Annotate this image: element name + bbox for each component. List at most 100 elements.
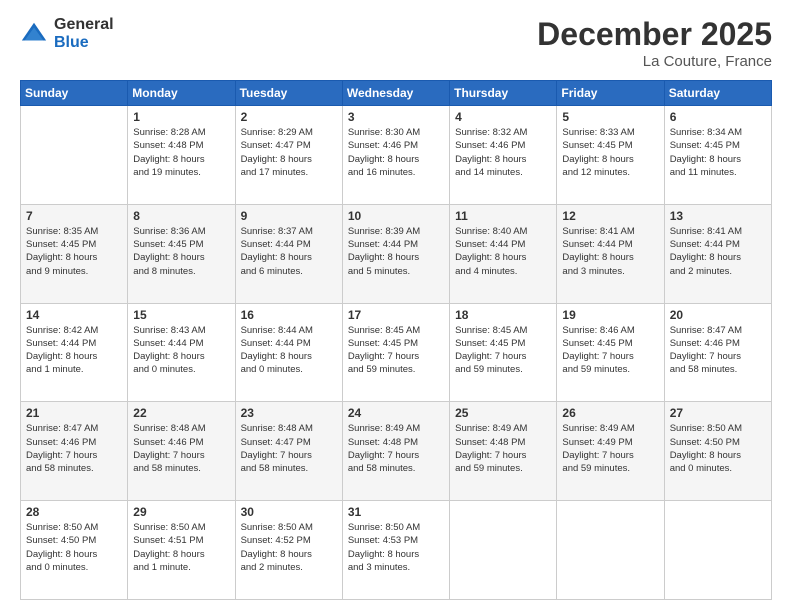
logo-text: General Blue [54,16,114,51]
day-info: Sunrise: 8:50 AM Sunset: 4:50 PM Dayligh… [670,422,766,475]
location: La Couture, France [537,53,772,70]
day-number: 8 [133,209,229,223]
day-number: 23 [241,406,337,420]
calendar-cell: 31 Sunrise: 8:50 AM Sunset: 4:53 PM Dayli… [342,501,449,600]
day-number: 11 [455,209,551,223]
calendar-cell: 17Sunrise: 8:45 AM Sunset: 4:45 PM Dayli… [342,303,449,402]
day-number: 26 [562,406,658,420]
month-title: December 2025 [537,16,772,53]
day-number: 22 [133,406,229,420]
day-info: Sunrise: 8:50 AM Sunset: 4:52 PM Dayligh… [241,521,337,574]
calendar-cell: 4Sunrise: 8:32 AM Sunset: 4:46 PM Daylig… [450,106,557,205]
calendar-cell: 11 Sunrise: 8:40 AM Sunset: 4:44 PM Dayli… [450,204,557,303]
calendar-cell: 25 Sunrise: 8:49 AM Sunset: 4:48 PM Dayli… [450,402,557,501]
day-info: Sunrise: 8:36 AM Sunset: 4:45 PM Dayligh… [133,225,229,278]
calendar-row-4: 28 Sunrise: 8:50 AM Sunset: 4:50 PM Dayli… [21,501,772,600]
day-number: 6 [670,110,766,124]
calendar-cell: 5 Sunrise: 8:33 AM Sunset: 4:45 PM Daylig… [557,106,664,205]
day-info: Sunrise: 8:50 AM Sunset: 4:53 PM Dayligh… [348,521,444,574]
day-info: Sunrise: 8:48 AM Sunset: 4:46 PM Dayligh… [133,422,229,475]
logo-blue-text: Blue [54,34,114,52]
day-number: 27 [670,406,766,420]
day-number: 18 [455,308,551,322]
calendar-cell: 24Sunrise: 8:49 AM Sunset: 4:48 PM Dayli… [342,402,449,501]
calendar-cell: 8 Sunrise: 8:36 AM Sunset: 4:45 PM Daylig… [128,204,235,303]
calendar-cell: 22 Sunrise: 8:48 AM Sunset: 4:46 PM Dayli… [128,402,235,501]
calendar-cell: 29 Sunrise: 8:50 AM Sunset: 4:51 PM Dayli… [128,501,235,600]
day-number: 14 [26,308,122,322]
day-number: 29 [133,505,229,519]
day-info: Sunrise: 8:49 AM Sunset: 4:49 PM Dayligh… [562,422,658,475]
day-info: Sunrise: 8:50 AM Sunset: 4:51 PM Dayligh… [133,521,229,574]
logo-general-text: General [54,16,114,34]
calendar-cell [664,501,771,600]
day-info: Sunrise: 8:45 AM Sunset: 4:45 PM Dayligh… [455,324,551,377]
calendar-cell: 9 Sunrise: 8:37 AM Sunset: 4:44 PM Daylig… [235,204,342,303]
col-header-wednesday: Wednesday [342,81,449,106]
calendar-cell: 18 Sunrise: 8:45 AM Sunset: 4:45 PM Dayli… [450,303,557,402]
day-info: Sunrise: 8:29 AM Sunset: 4:47 PM Dayligh… [241,126,337,179]
day-info: Sunrise: 8:28 AM Sunset: 4:48 PM Dayligh… [133,126,229,179]
day-number: 24 [348,406,444,420]
day-number: 25 [455,406,551,420]
col-header-thursday: Thursday [450,81,557,106]
calendar-row-2: 14 Sunrise: 8:42 AM Sunset: 4:44 PM Dayli… [21,303,772,402]
col-header-friday: Friday [557,81,664,106]
day-number: 2 [241,110,337,124]
day-info: Sunrise: 8:34 AM Sunset: 4:45 PM Dayligh… [670,126,766,179]
calendar-row-1: 7Sunrise: 8:35 AM Sunset: 4:45 PM Daylig… [21,204,772,303]
calendar-cell: 3Sunrise: 8:30 AM Sunset: 4:46 PM Daylig… [342,106,449,205]
calendar-cell: 19 Sunrise: 8:46 AM Sunset: 4:45 PM Dayli… [557,303,664,402]
col-header-saturday: Saturday [664,81,771,106]
calendar-cell: 21 Sunrise: 8:47 AM Sunset: 4:46 PM Dayli… [21,402,128,501]
day-number: 7 [26,209,122,223]
day-number: 5 [562,110,658,124]
day-number: 28 [26,505,122,519]
day-info: Sunrise: 8:47 AM Sunset: 4:46 PM Dayligh… [670,324,766,377]
calendar-cell: 2 Sunrise: 8:29 AM Sunset: 4:47 PM Daylig… [235,106,342,205]
day-number: 15 [133,308,229,322]
calendar-cell: 28 Sunrise: 8:50 AM Sunset: 4:50 PM Dayli… [21,501,128,600]
logo-icon [20,20,48,48]
page: General Blue December 2025 La Couture, F… [0,0,792,612]
calendar-cell: 13Sunrise: 8:41 AM Sunset: 4:44 PM Dayli… [664,204,771,303]
col-header-monday: Monday [128,81,235,106]
calendar-cell: 27 Sunrise: 8:50 AM Sunset: 4:50 PM Dayli… [664,402,771,501]
calendar-row-0: 1 Sunrise: 8:28 AM Sunset: 4:48 PM Daylig… [21,106,772,205]
day-number: 19 [562,308,658,322]
day-info: Sunrise: 8:42 AM Sunset: 4:44 PM Dayligh… [26,324,122,377]
day-number: 31 [348,505,444,519]
calendar-cell: 26 Sunrise: 8:49 AM Sunset: 4:49 PM Dayli… [557,402,664,501]
col-header-tuesday: Tuesday [235,81,342,106]
day-info: Sunrise: 8:50 AM Sunset: 4:50 PM Dayligh… [26,521,122,574]
day-number: 9 [241,209,337,223]
day-number: 21 [26,406,122,420]
calendar-cell [21,106,128,205]
calendar-cell: 20Sunrise: 8:47 AM Sunset: 4:46 PM Dayli… [664,303,771,402]
day-number: 17 [348,308,444,322]
day-number: 13 [670,209,766,223]
day-info: Sunrise: 8:44 AM Sunset: 4:44 PM Dayligh… [241,324,337,377]
calendar-cell [557,501,664,600]
logo: General Blue [20,16,114,51]
day-info: Sunrise: 8:40 AM Sunset: 4:44 PM Dayligh… [455,225,551,278]
calendar-cell: 1 Sunrise: 8:28 AM Sunset: 4:48 PM Daylig… [128,106,235,205]
day-info: Sunrise: 8:37 AM Sunset: 4:44 PM Dayligh… [241,225,337,278]
calendar-cell [450,501,557,600]
day-info: Sunrise: 8:49 AM Sunset: 4:48 PM Dayligh… [455,422,551,475]
day-info: Sunrise: 8:43 AM Sunset: 4:44 PM Dayligh… [133,324,229,377]
day-info: Sunrise: 8:47 AM Sunset: 4:46 PM Dayligh… [26,422,122,475]
calendar-row-3: 21 Sunrise: 8:47 AM Sunset: 4:46 PM Dayli… [21,402,772,501]
day-number: 10 [348,209,444,223]
calendar-cell: 16Sunrise: 8:44 AM Sunset: 4:44 PM Dayli… [235,303,342,402]
day-number: 30 [241,505,337,519]
day-info: Sunrise: 8:48 AM Sunset: 4:47 PM Dayligh… [241,422,337,475]
day-info: Sunrise: 8:39 AM Sunset: 4:44 PM Dayligh… [348,225,444,278]
calendar-cell: 6 Sunrise: 8:34 AM Sunset: 4:45 PM Daylig… [664,106,771,205]
calendar-header-row: SundayMondayTuesdayWednesdayThursdayFrid… [21,81,772,106]
day-info: Sunrise: 8:33 AM Sunset: 4:45 PM Dayligh… [562,126,658,179]
calendar-cell: 30 Sunrise: 8:50 AM Sunset: 4:52 PM Dayli… [235,501,342,600]
day-number: 1 [133,110,229,124]
day-info: Sunrise: 8:46 AM Sunset: 4:45 PM Dayligh… [562,324,658,377]
calendar-cell: 12Sunrise: 8:41 AM Sunset: 4:44 PM Dayli… [557,204,664,303]
